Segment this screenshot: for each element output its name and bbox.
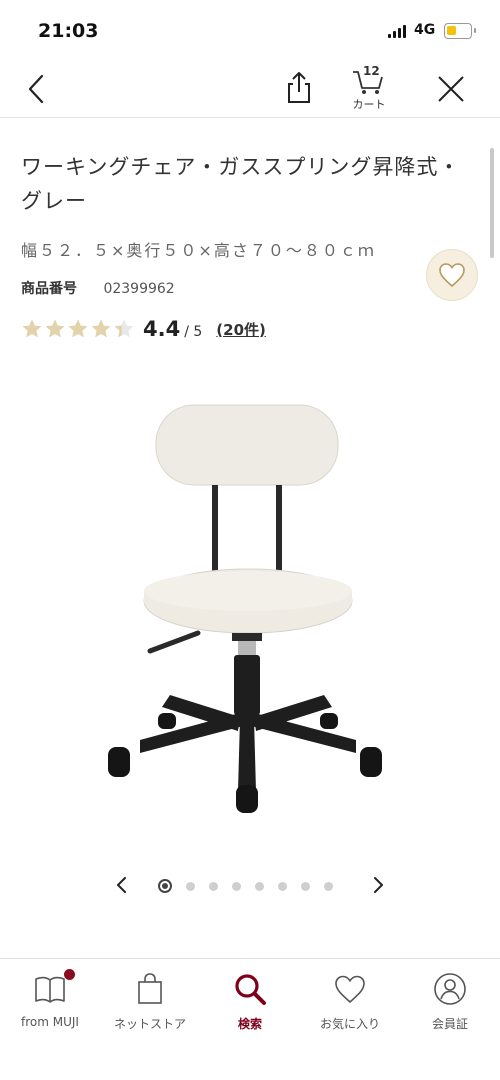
office-chair-image bbox=[108, 404, 382, 813]
rating-score: 4.4 bbox=[143, 317, 181, 341]
product-code-label: 商品番号 bbox=[21, 281, 77, 297]
tab-from-muji[interactable]: from MUJI bbox=[0, 969, 100, 1041]
carousel-prev-button[interactable] bbox=[112, 874, 132, 896]
chevron-left-icon bbox=[117, 877, 126, 893]
carousel-dot[interactable] bbox=[255, 881, 264, 891]
star-icon bbox=[45, 319, 65, 338]
cart-label: カート bbox=[352, 98, 386, 111]
tab-label: 検索 bbox=[237, 1017, 262, 1031]
rating-max: / 5 bbox=[184, 324, 203, 340]
tab-label: ネットストア bbox=[113, 1017, 186, 1031]
carousel-next-button[interactable] bbox=[368, 874, 388, 896]
notification-dot bbox=[64, 969, 75, 980]
product-code: 商品番号 02399962 bbox=[21, 278, 175, 298]
share-icon bbox=[288, 72, 310, 103]
tab-label: お気に入り bbox=[319, 1017, 380, 1031]
review-count-link[interactable]: (20件) bbox=[216, 319, 266, 340]
tab-net-store[interactable]: ネットストア bbox=[100, 971, 200, 1041]
scrollbar[interactable] bbox=[490, 148, 494, 258]
search-icon bbox=[235, 974, 266, 1005]
tab-search[interactable]: 検索 bbox=[200, 971, 300, 1041]
tab-label: 会員証 bbox=[431, 1017, 468, 1031]
heart-icon bbox=[335, 975, 365, 1004]
share-button[interactable] bbox=[283, 70, 315, 106]
carousel-dot[interactable] bbox=[324, 881, 333, 891]
back-button[interactable] bbox=[22, 72, 52, 106]
chevron-right-icon bbox=[374, 877, 383, 893]
top-nav-bar: 12 カート bbox=[0, 62, 500, 118]
signal-icon bbox=[388, 25, 406, 38]
carousel-dots bbox=[158, 879, 333, 893]
status-bar: 21:03 4G bbox=[0, 0, 500, 62]
book-icon bbox=[35, 976, 65, 1003]
favorite-button[interactable] bbox=[426, 249, 478, 301]
cart-button[interactable]: 12 カート bbox=[343, 64, 395, 112]
carousel-dot[interactable] bbox=[232, 881, 241, 891]
cart-icon bbox=[353, 71, 383, 94]
heart-icon bbox=[439, 263, 465, 288]
star-icon bbox=[68, 319, 88, 338]
bottom-tab-bar: from MUJI ネットストア 検索 お気に入り 会員証 bbox=[0, 958, 500, 1080]
star-icon bbox=[22, 319, 42, 338]
tab-favorites[interactable]: お気に入り bbox=[300, 971, 400, 1041]
product-image[interactable] bbox=[100, 395, 400, 825]
product-title: ワーキングチェア・ガススプリング昇降式・グレー bbox=[21, 155, 461, 213]
carousel-dot[interactable] bbox=[158, 879, 172, 893]
star-icon bbox=[114, 319, 134, 338]
battery-icon bbox=[444, 23, 476, 39]
product-code-value: 02399962 bbox=[103, 281, 175, 297]
status-time: 21:03 bbox=[38, 20, 99, 42]
tab-label: from MUJI bbox=[21, 1015, 79, 1029]
close-button[interactable] bbox=[434, 72, 468, 106]
close-icon bbox=[438, 76, 464, 102]
chevron-left-icon bbox=[28, 74, 44, 104]
rating-stars bbox=[21, 318, 135, 340]
carousel-dot[interactable] bbox=[209, 881, 218, 891]
image-carousel-controls bbox=[0, 870, 500, 900]
star-icon bbox=[91, 319, 111, 338]
network-type: 4G bbox=[414, 22, 436, 38]
carousel-dot[interactable] bbox=[186, 881, 195, 891]
rating-row: 4.4 / 5 (20件) bbox=[21, 314, 266, 344]
member-card-icon bbox=[434, 973, 466, 1005]
tab-member-card[interactable]: 会員証 bbox=[400, 971, 500, 1041]
carousel-dot[interactable] bbox=[301, 881, 310, 891]
product-size: 幅５２．５×奥行５０×高さ７０～８０ｃｍ bbox=[21, 241, 376, 260]
carousel-dot[interactable] bbox=[278, 881, 287, 891]
shopping-bag-icon bbox=[138, 973, 162, 1004]
